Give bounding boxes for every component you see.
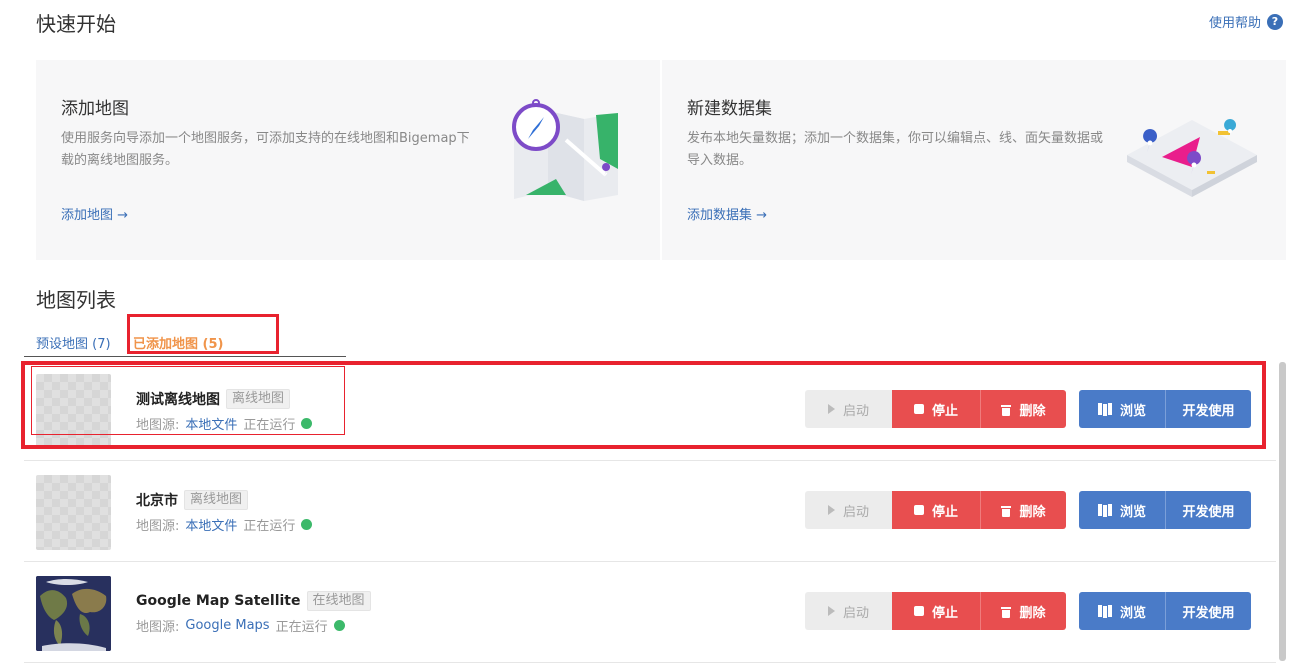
play-icon — [827, 606, 835, 616]
browse-button[interactable]: 浏览 — [1079, 592, 1165, 630]
trash-icon — [1001, 605, 1012, 618]
start-label: 启动 — [842, 504, 869, 520]
running-status-dot — [333, 620, 345, 631]
map-name[interactable]: Google Map Satellite — [136, 593, 301, 609]
source-label: 地图源: — [136, 620, 180, 635]
stop-icon — [913, 505, 924, 515]
map-icon — [1097, 504, 1112, 517]
browse-button[interactable]: 浏览 — [1079, 491, 1165, 529]
stop-button[interactable]: 停止 — [892, 592, 980, 630]
browse-label: 浏览 — [1119, 504, 1146, 520]
status-text: 正在运行 — [243, 519, 296, 534]
develop-button[interactable]: 开发使用 — [1165, 491, 1251, 529]
map-row: Google Map Satellite 在线地图 地图源: Google Ma… — [24, 562, 1276, 663]
quickstart-panel: 添加地图 使用服务向导添加一个地图服务，可添加支持的在线地图和Bigemap下载… — [36, 60, 1286, 260]
tab-preset-maps[interactable]: 预设地图 (7) — [36, 333, 111, 352]
map-type-tag: 在线地图 — [306, 591, 371, 611]
delete-button[interactable]: 删除 — [980, 491, 1066, 529]
help-label: 使用帮助 — [1208, 16, 1261, 31]
source-value: 本地文件 — [185, 519, 238, 534]
map-compass-illustration — [512, 99, 618, 201]
start-button[interactable]: 启动 — [805, 491, 892, 529]
map-thumbnail — [36, 576, 111, 651]
dataset-map-illustration — [1127, 119, 1257, 197]
start-button[interactable]: 启动 — [805, 592, 892, 630]
browse-label: 浏览 — [1119, 605, 1146, 621]
map-list-title: 地图列表 — [36, 288, 116, 312]
add-map-link[interactable]: 添加地图 → — [61, 204, 128, 223]
delete-button[interactable]: 删除 — [980, 592, 1066, 630]
play-icon — [827, 505, 835, 515]
delete-label: 删除 — [1019, 504, 1046, 520]
question-circle-icon: ? — [1267, 13, 1283, 30]
start-label: 启动 — [842, 605, 869, 621]
stop-button[interactable]: 停止 — [892, 491, 980, 529]
stop-icon — [913, 606, 924, 616]
develop-label: 开发使用 — [1182, 504, 1235, 520]
develop-button[interactable]: 开发使用 — [1165, 592, 1251, 630]
add-map-title: 添加地图 — [61, 99, 129, 119]
annotation-box-tab — [127, 314, 279, 354]
add-map-description: 使用服务向导添加一个地图服务，可添加支持的在线地图和Bigemap下载的离线地图… — [61, 131, 470, 168]
add-map-card: 添加地图 使用服务向导添加一个地图服务，可添加支持的在线地图和Bigemap下载… — [36, 60, 660, 260]
map-row: 北京市 离线地图 地图源: 本地文件 正在运行 启动 停止 删除 浏览 开发使用 — [24, 461, 1276, 562]
map-type-tag: 离线地图 — [184, 490, 249, 510]
annotation-box-name — [31, 366, 345, 435]
new-dataset-description: 发布本地矢量数据；添加一个数据集，你可以编辑点、线、面矢量数据或导入数据。 — [687, 131, 1104, 168]
source-value: Google Maps — [185, 618, 270, 633]
add-dataset-link[interactable]: 添加数据集 → — [687, 204, 767, 223]
source-label: 地图源: — [136, 519, 180, 534]
map-name[interactable]: 北京市 — [136, 490, 178, 510]
satellite-thumbnail-image — [36, 576, 111, 651]
scrollbar[interactable] — [1279, 362, 1286, 661]
stop-label: 停止 — [931, 605, 958, 621]
trash-icon — [1001, 504, 1012, 517]
help-link[interactable]: 使用帮助 ? — [1209, 12, 1283, 31]
map-icon — [1097, 605, 1112, 618]
status-text: 正在运行 — [275, 620, 328, 635]
delete-label: 删除 — [1019, 605, 1046, 621]
page-title: 快速开始 — [36, 12, 116, 36]
new-dataset-title: 新建数据集 — [687, 99, 772, 119]
running-status-dot — [301, 519, 313, 530]
map-thumbnail — [36, 475, 111, 550]
develop-label: 开发使用 — [1182, 605, 1235, 621]
tabs-underline — [24, 356, 346, 357]
stop-label: 停止 — [931, 504, 958, 520]
new-dataset-card: 新建数据集 发布本地矢量数据；添加一个数据集，你可以编辑点、线、面矢量数据或导入… — [662, 60, 1286, 260]
